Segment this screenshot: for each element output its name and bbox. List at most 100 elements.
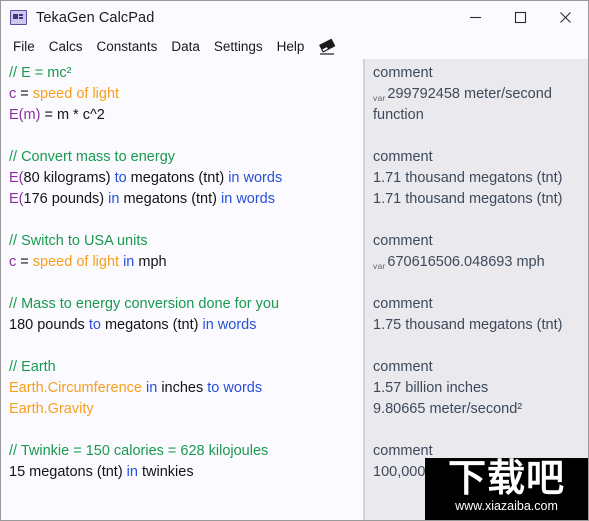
code-token-comment: // Mass to energy conversion done for yo…: [9, 296, 280, 312]
code-token-kw: in: [123, 254, 135, 270]
code-token-kw: in: [108, 191, 120, 207]
watermark-overlay: 下载吧 www.xiazaiba.com: [425, 458, 588, 520]
eraser-icon[interactable]: [317, 38, 339, 56]
results-line-list: comment var 299792458 meter/second function…: [365, 63, 588, 483]
code-token-comment: // Convert mass to energy: [9, 149, 176, 165]
result-line: comment: [365, 147, 588, 168]
editor-line: // Earth: [1, 357, 363, 378]
result-type-tag: var: [373, 93, 386, 103]
workspace: // E = mc² c = speed of light E(m) = m * c…: [1, 59, 588, 520]
editor-line: E(m) = m * c^2: [1, 105, 363, 126]
editor-line: c = speed of light: [1, 84, 363, 105]
menu-item-file[interactable]: File: [6, 34, 42, 59]
code-token-var: E(m): [9, 107, 41, 123]
code-token-var: E(: [9, 191, 24, 207]
code-token-plain: 180 pounds: [9, 317, 89, 333]
result-line: 9.80665 meter/second²: [365, 399, 588, 420]
result-line: 1.57 billion inches: [365, 378, 588, 399]
code-token-comment: // E = mc²: [9, 65, 72, 81]
editor-line: // E = mc²: [1, 63, 363, 84]
result-value: comment: [373, 296, 433, 312]
result-value: 1.71 thousand megatons (tnt): [373, 191, 563, 207]
result-line: function: [365, 105, 588, 126]
code-token-kw: in words: [228, 170, 283, 186]
editor-line: E(176 pounds) in megatons (tnt) in words: [1, 189, 363, 210]
editor-line: 15 megatons (tnt) in twinkies: [1, 462, 363, 483]
editor-line-list: // E = mc² c = speed of light E(m) = m * c…: [1, 63, 363, 483]
editor-line: 180 pounds to megatons (tnt) in words: [1, 315, 363, 336]
code-editor[interactable]: // E = mc² c = speed of light E(m) = m * c…: [1, 59, 363, 520]
code-token-var: E(: [9, 170, 24, 186]
code-token-plain: 80 kilograms): [23, 170, 115, 186]
result-value: comment: [373, 65, 433, 81]
result-type-tag: var: [373, 261, 386, 271]
result-value: 1.75 thousand megatons (tnt): [373, 317, 563, 333]
result-line: 1.75 thousand megatons (tnt): [365, 315, 588, 336]
editor-line: // Twinkie = 150 calories = 628 kilojoul…: [1, 441, 363, 462]
result-line: 1.71 thousand megatons (tnt): [365, 189, 588, 210]
result-line: var 299792458 meter/second: [365, 84, 588, 105]
code-token-plain: inches: [157, 380, 208, 396]
result-value: comment: [373, 149, 433, 165]
editor-line: // Convert mass to energy: [1, 147, 363, 168]
result-line: [365, 126, 588, 147]
code-token-plain: =: [16, 254, 33, 270]
result-value: 1.71 thousand megatons (tnt): [373, 170, 563, 186]
minimize-icon[interactable]: [453, 1, 498, 34]
close-icon[interactable]: [543, 1, 588, 34]
maximize-icon[interactable]: [498, 1, 543, 34]
code-token-comment: // Earth: [9, 359, 56, 375]
title-bar: TekaGen CalcPad: [1, 1, 588, 34]
watermark-logo-text: 下载吧: [447, 458, 565, 500]
app-window-icon: [10, 10, 27, 25]
code-token-comment: // Switch to USA units: [9, 233, 148, 249]
code-token-comment: // Twinkie = 150 calories = 628 kilojoul…: [9, 443, 269, 459]
menu-item-constants[interactable]: Constants: [90, 34, 165, 59]
code-token-kw: to: [114, 170, 127, 186]
code-token-plain: megatons (tnt): [100, 317, 203, 333]
watermark-url: www.xiazaiba.com: [455, 499, 558, 513]
menu-item-help[interactable]: Help: [270, 34, 312, 59]
result-line: comment: [365, 357, 588, 378]
result-line: [365, 336, 588, 357]
code-token-plain: megatons (tnt): [126, 170, 229, 186]
editor-line: Earth.Circumference in inches to words: [1, 378, 363, 399]
editor-line: Earth.Gravity: [1, 399, 363, 420]
result-line: 1.71 thousand megatons (tnt): [365, 168, 588, 189]
results-panel[interactable]: comment var 299792458 meter/second function…: [365, 59, 588, 520]
window-controls: [453, 1, 588, 34]
code-token-const: Earth.Circumference: [9, 380, 142, 396]
result-value: 670616506.048693 mph: [387, 254, 545, 270]
result-line: comment: [365, 294, 588, 315]
result-value: 9.80665 meter/second²: [373, 401, 523, 417]
result-value: function: [373, 107, 424, 123]
editor-line: E(80 kilograms) to megatons (tnt) in wor…: [1, 168, 363, 189]
code-token-plain: = m * c^2: [40, 107, 105, 123]
menu-item-calcs[interactable]: Calcs: [42, 34, 90, 59]
code-token-const: speed of light: [32, 86, 120, 102]
result-value: comment: [373, 233, 433, 249]
result-line: [365, 210, 588, 231]
code-token-plain: megatons (tnt): [119, 191, 221, 207]
code-token-plain: 176 pounds): [23, 191, 109, 207]
result-value: comment: [373, 443, 433, 459]
code-token-plain: 15 megatons (tnt): [9, 464, 127, 480]
code-token-kw: to: [88, 317, 101, 333]
result-line: var 670616506.048693 mph: [365, 252, 588, 273]
code-token-const: Earth.Gravity: [9, 401, 94, 417]
code-token-plain: mph: [134, 254, 167, 270]
menu-item-settings[interactable]: Settings: [207, 34, 270, 59]
code-token-kw: to words: [207, 380, 263, 396]
result-value: 1.57 billion inches: [373, 380, 489, 396]
code-token-const: speed of light: [32, 254, 120, 270]
code-token-kw: in words: [202, 317, 257, 333]
code-token-kw: in words: [221, 191, 275, 207]
code-token-kw: in: [126, 464, 138, 480]
result-line: comment: [365, 63, 588, 84]
editor-line: // Switch to USA units: [1, 231, 363, 252]
menu-item-data[interactable]: Data: [164, 34, 207, 59]
